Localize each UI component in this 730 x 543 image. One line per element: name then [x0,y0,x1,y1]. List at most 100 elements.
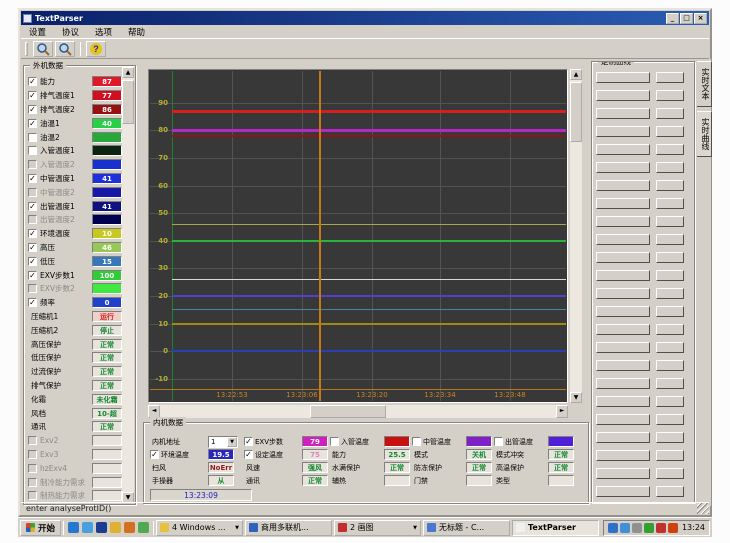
checkbox[interactable] [28,464,37,473]
update-icon[interactable] [668,523,678,533]
chevron-down-icon[interactable]: ▼ [235,525,239,531]
curve-value-button[interactable] [656,324,684,335]
checkbox[interactable]: ✓ [28,77,37,86]
curve-value-button[interactable] [656,432,684,443]
curve-value-button[interactable] [656,288,684,299]
curve-name-button[interactable] [596,450,650,461]
sidebar-scrollbar[interactable]: ▲ ▼ [122,67,134,503]
close-button[interactable]: × [694,13,707,24]
checkbox[interactable]: ✓ [244,450,253,459]
checkbox[interactable]: ✓ [150,450,159,459]
minimize-button[interactable]: _ [666,13,679,24]
chart-horizontal-scrollbar[interactable]: ◄ ► [148,405,568,418]
help-button[interactable]: ? [86,41,106,57]
menu-item-1[interactable]: 协议 [54,26,87,38]
taskbar-button-1[interactable]: 商用多联机... [245,520,332,536]
curve-name-button[interactable] [596,288,650,299]
display-icon[interactable] [632,523,642,533]
menu-item-2[interactable]: 选项 [87,26,120,38]
curve-name-button[interactable] [596,486,650,497]
curve-name-button[interactable] [596,234,650,245]
scrollbar-track[interactable] [122,78,134,492]
curve-value-button[interactable] [656,270,684,281]
resize-grip-icon[interactable] [697,503,709,514]
media-icon[interactable] [138,522,149,533]
curve-name-button[interactable] [596,306,650,317]
curve-value-button[interactable] [656,72,684,83]
checkbox[interactable] [28,450,37,459]
curve-value-button[interactable] [656,396,684,407]
curve-name-button[interactable] [596,198,650,209]
checkbox[interactable]: ✓ [28,105,37,114]
scroll-up-icon[interactable]: ▲ [122,67,134,78]
chart-vertical-scrollbar[interactable]: ▲ ▼ [570,69,582,403]
scroll-right-icon[interactable]: ► [556,405,568,418]
curve-name-button[interactable] [596,414,650,425]
network-icon[interactable] [608,523,618,533]
taskbar-button-3[interactable]: 无标题 - C... [423,520,510,536]
checkbox[interactable] [28,478,37,487]
menu-item-0[interactable]: 设置 [21,26,54,38]
curve-name-button[interactable] [596,432,650,443]
checkbox[interactable] [28,215,37,224]
curve-value-button[interactable] [656,126,684,137]
curve-name-button[interactable] [596,342,650,353]
chart-plot[interactable]: 9080706050403020100-1013:22:5313:23:0613… [150,71,566,401]
scrollbar-track[interactable] [570,80,582,392]
checkbox[interactable]: ✓ [28,174,37,183]
scrollbar-thumb[interactable] [122,80,134,124]
volume-icon[interactable] [620,523,630,533]
curve-value-button[interactable] [656,414,684,425]
curve-value-button[interactable] [656,378,684,389]
curve-value-button[interactable] [656,486,684,497]
titlebar[interactable]: TextParser _ □ × [21,11,709,25]
scroll-down-icon[interactable]: ▼ [570,392,582,403]
checkbox[interactable]: ✓ [28,271,37,280]
checkbox[interactable]: ✓ [28,257,37,266]
curve-value-button[interactable] [656,90,684,101]
curve-name-button[interactable] [596,180,650,191]
curve-name-button[interactable] [596,324,650,335]
chevron-down-icon[interactable]: ▼ [227,437,237,447]
start-button[interactable]: 开始 [20,520,61,536]
checkbox[interactable] [28,133,37,142]
key-icon[interactable] [124,522,135,533]
checkbox[interactable] [330,437,339,446]
antivirus-icon[interactable] [644,523,654,533]
taskbar-button-0[interactable]: 4 Windows ...▼ [156,520,243,536]
checkbox[interactable]: ✓ [28,298,37,307]
curve-value-button[interactable] [656,342,684,353]
curve-name-button[interactable] [596,378,650,389]
curve-value-button[interactable] [656,162,684,173]
curve-name-button[interactable] [596,216,650,227]
ie-icon[interactable] [68,522,79,533]
curve-name-button[interactable] [596,144,650,155]
chart[interactable]: 9080706050403020100-1013:22:5313:23:0613… [148,69,568,403]
curve-name-button[interactable] [596,90,650,101]
checkbox[interactable]: ✓ [28,202,37,211]
checkbox[interactable] [28,160,37,169]
scrollbar-thumb[interactable] [570,82,582,142]
checkbox[interactable] [28,188,37,197]
tab-realtime-text[interactable]: 实时文本 [697,61,712,107]
zoom-in-button[interactable] [33,41,53,57]
curve-name-button[interactable] [596,270,650,281]
curve-value-button[interactable] [656,360,684,371]
address-select[interactable]: 1▼ [208,436,238,448]
curve-name-button[interactable] [596,72,650,83]
curve-name-button[interactable] [596,126,650,137]
checkbox[interactable]: ✓ [28,229,37,238]
curve-name-button[interactable] [596,396,650,407]
curve-value-button[interactable] [656,144,684,155]
curve-value-button[interactable] [656,234,684,245]
checkbox[interactable] [28,436,37,445]
scroll-up-icon[interactable]: ▲ [570,69,582,80]
checkbox[interactable] [412,437,421,446]
maximize-button[interactable]: □ [680,13,693,24]
checkbox[interactable]: ✓ [244,437,253,446]
msn-icon[interactable] [96,522,107,533]
taskbar-button-2[interactable]: 2 画图▼ [334,520,421,536]
checkbox[interactable] [28,146,37,155]
msg-icon[interactable] [656,523,666,533]
curve-name-button[interactable] [596,252,650,263]
